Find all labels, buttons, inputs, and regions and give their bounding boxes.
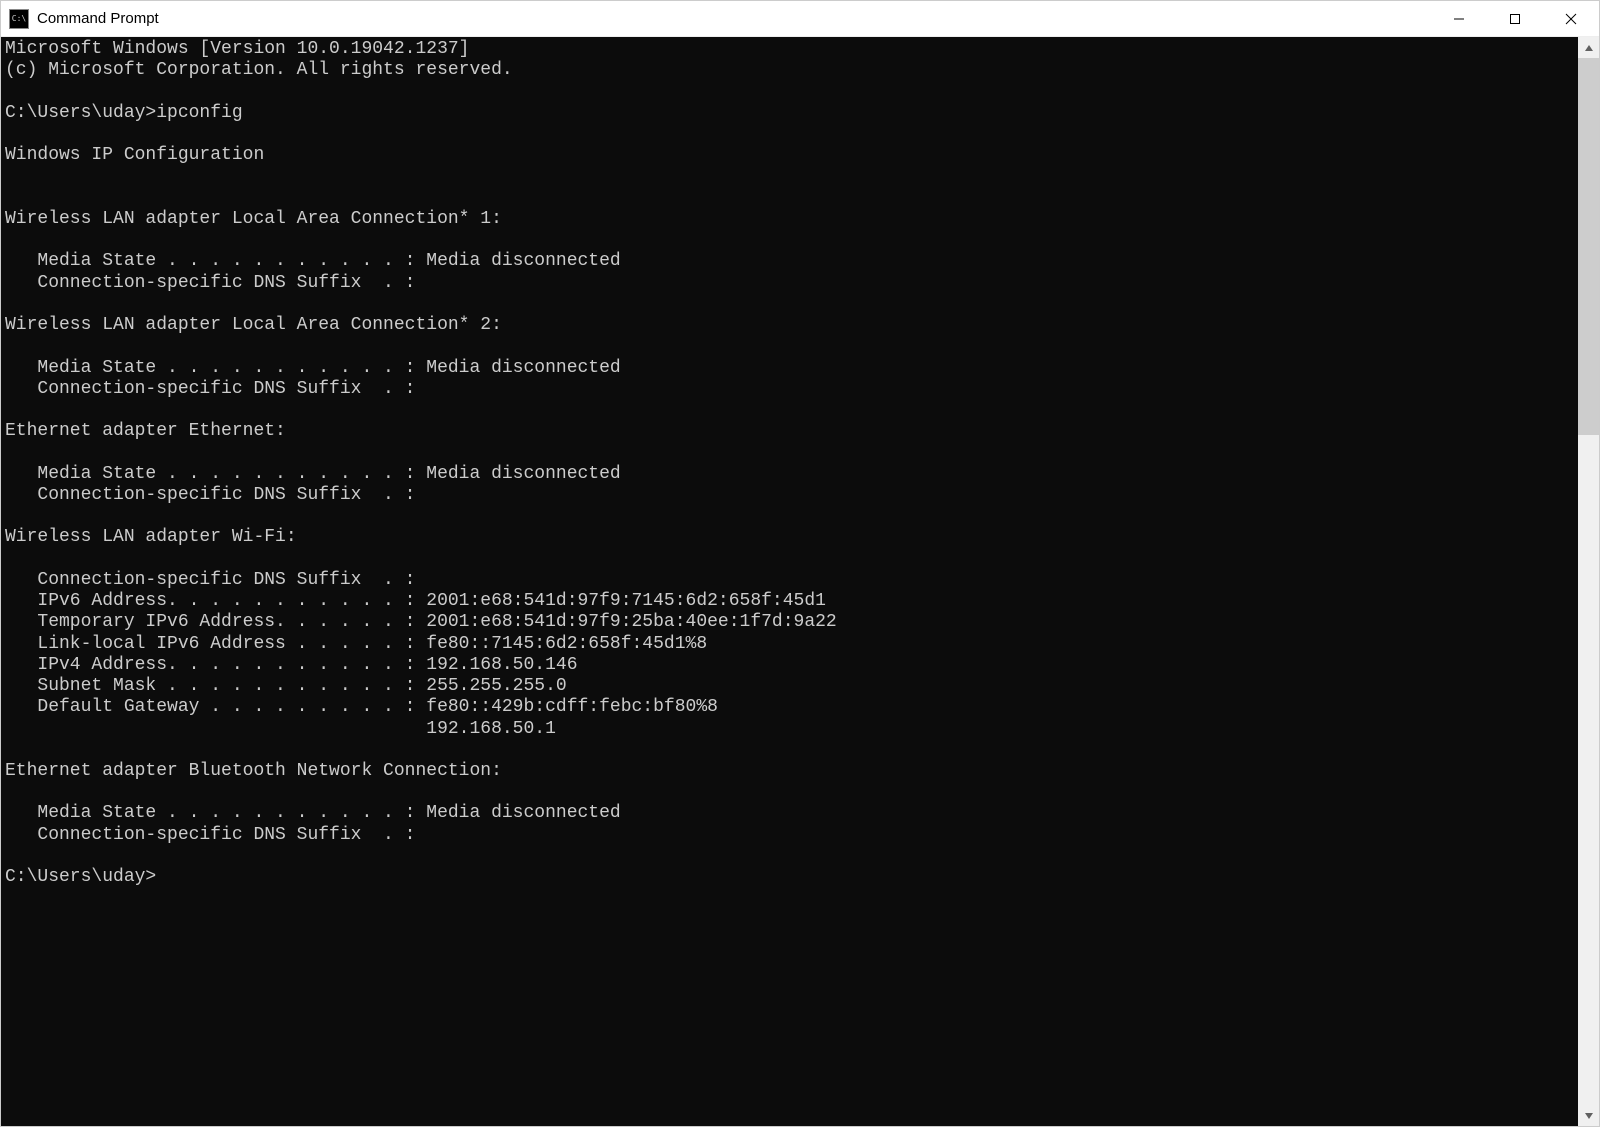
scrollbar[interactable] [1578, 37, 1599, 1126]
close-button[interactable] [1543, 1, 1599, 36]
terminal-line: Wireless LAN adapter Wi-Fi: [5, 527, 1578, 548]
terminal-line: Temporary IPv6 Address. . . . . . : 2001… [5, 612, 1578, 633]
terminal-line [5, 166, 1578, 187]
terminal-line: Connection-specific DNS Suffix . : [5, 273, 1578, 294]
terminal-line: IPv4 Address. . . . . . . . . . . : 192.… [5, 655, 1578, 676]
terminal-line: Connection-specific DNS Suffix . : [5, 570, 1578, 591]
titlebar[interactable]: C:\ Command Prompt [1, 1, 1599, 37]
command-prompt-window: C:\ Command Prompt Microsoft Windows [Ve… [0, 0, 1600, 1127]
terminal-line: Wireless LAN adapter Local Area Connecti… [5, 315, 1578, 336]
terminal-content[interactable]: Microsoft Windows [Version 10.0.19042.12… [1, 37, 1578, 1126]
terminal-line: Connection-specific DNS Suffix . : [5, 825, 1578, 846]
terminal-line: 192.168.50.1 [5, 719, 1578, 740]
terminal-line: Windows IP Configuration [5, 145, 1578, 166]
terminal-line: Wireless LAN adapter Local Area Connecti… [5, 209, 1578, 230]
terminal-line [5, 230, 1578, 251]
window-controls [1431, 1, 1599, 36]
terminal-line [5, 81, 1578, 102]
maximize-button[interactable] [1487, 1, 1543, 36]
terminal-line: Default Gateway . . . . . . . . . : fe80… [5, 697, 1578, 718]
minimize-button[interactable] [1431, 1, 1487, 36]
terminal-line [5, 400, 1578, 421]
terminal-line: Ethernet adapter Bluetooth Network Conne… [5, 761, 1578, 782]
terminal-line [5, 294, 1578, 315]
terminal-line [5, 188, 1578, 209]
terminal-line: Media State . . . . . . . . . . . : Medi… [5, 464, 1578, 485]
terminal-line: C:\Users\uday> [5, 867, 1578, 888]
terminal-line: Ethernet adapter Ethernet: [5, 421, 1578, 442]
terminal-line [5, 506, 1578, 527]
terminal-line: C:\Users\uday>ipconfig [5, 103, 1578, 124]
window-title: Command Prompt [37, 10, 1431, 27]
terminal-line [5, 549, 1578, 570]
scroll-down-button[interactable] [1578, 1105, 1599, 1126]
terminal-line [5, 846, 1578, 867]
scroll-up-button[interactable] [1578, 37, 1599, 58]
terminal-line: Subnet Mask . . . . . . . . . . . : 255.… [5, 676, 1578, 697]
terminal-line: Connection-specific DNS Suffix . : [5, 485, 1578, 506]
app-icon: C:\ [9, 9, 29, 29]
terminal-line [5, 442, 1578, 463]
terminal-line [5, 124, 1578, 145]
terminal-line: Connection-specific DNS Suffix . : [5, 379, 1578, 400]
terminal-line: (c) Microsoft Corporation. All rights re… [5, 60, 1578, 81]
terminal-line [5, 336, 1578, 357]
terminal-line: Media State . . . . . . . . . . . : Medi… [5, 358, 1578, 379]
terminal-line: Media State . . . . . . . . . . . : Medi… [5, 803, 1578, 824]
terminal-line: Microsoft Windows [Version 10.0.19042.12… [5, 39, 1578, 60]
scroll-track[interactable] [1578, 58, 1599, 1105]
scroll-thumb[interactable] [1578, 58, 1599, 435]
terminal-line [5, 782, 1578, 803]
terminal-line [5, 740, 1578, 761]
terminal-line: Link-local IPv6 Address . . . . . : fe80… [5, 634, 1578, 655]
terminal-line: Media State . . . . . . . . . . . : Medi… [5, 251, 1578, 272]
terminal-line: IPv6 Address. . . . . . . . . . . : 2001… [5, 591, 1578, 612]
terminal-area: Microsoft Windows [Version 10.0.19042.12… [1, 37, 1599, 1126]
